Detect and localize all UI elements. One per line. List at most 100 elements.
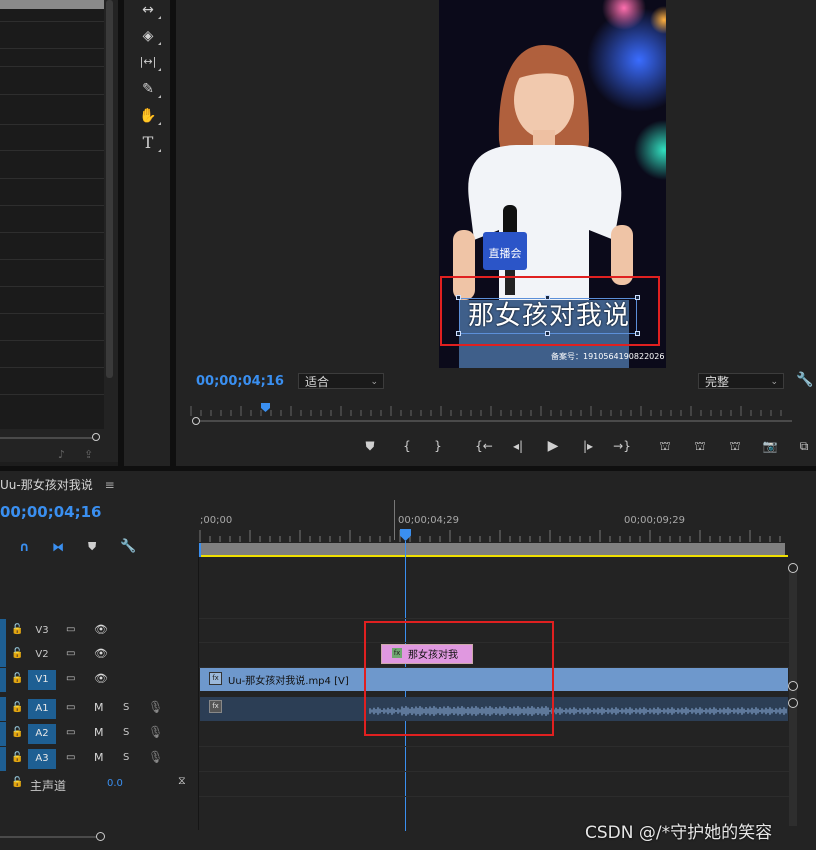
button-editor-button[interactable]: ⧉ xyxy=(794,436,814,456)
linked-selection-icon[interactable]: ⧓ xyxy=(52,540,64,554)
timeline-settings-icon[interactable]: 🔧 xyxy=(120,539,136,554)
hand-tool[interactable]: ✋ xyxy=(137,106,161,126)
mark-out-button[interactable]: } xyxy=(428,436,448,456)
work-area-start[interactable] xyxy=(199,543,201,557)
overwrite-button[interactable]: ⛫ xyxy=(690,436,710,456)
master-end-icon[interactable]: ⧖ xyxy=(178,774,186,788)
go-to-out-button[interactable]: →} xyxy=(612,436,632,456)
sequence-tab[interactable]: Uu-那女孩对我说 ≡ xyxy=(0,476,115,493)
track-v3[interactable]: 🔓 V3 ▭ 👁 xyxy=(0,619,199,643)
track-label[interactable]: A1 xyxy=(28,699,56,719)
mute-button[interactable]: M xyxy=(94,751,104,764)
chevron-down-icon: ⌄ xyxy=(770,377,778,387)
step-forward-button[interactable]: |▸ xyxy=(578,436,598,456)
track-target-indicator[interactable] xyxy=(0,747,6,771)
track-master[interactable]: 🔓 主声道 0.0 ⧖ xyxy=(0,772,199,796)
pen-tool[interactable]: ✎ xyxy=(137,79,161,99)
export-icon[interactable]: ⇪ xyxy=(84,448,93,461)
go-to-in-button[interactable]: {← xyxy=(474,436,494,456)
microphone-icon[interactable]: 🎙 xyxy=(148,750,163,764)
track-v1[interactable]: 🔓 V1 ▭ 👁 xyxy=(0,668,199,692)
add-marker-icon[interactable]: ⛊ xyxy=(88,540,96,554)
track-label[interactable]: V1 xyxy=(28,670,56,690)
program-zoom-bar[interactable] xyxy=(196,420,792,422)
track-target-indicator[interactable] xyxy=(0,619,6,643)
step-back-button[interactable]: ◂| xyxy=(508,436,528,456)
timeline-timecode[interactable]: 00;00;04;16 xyxy=(0,503,102,521)
timeline-vscroll-handle[interactable] xyxy=(788,698,798,708)
sync-lock-icon[interactable]: ▭ xyxy=(66,702,75,713)
track-v2[interactable]: 🔓 V2 ▭ 👁 xyxy=(0,643,199,667)
project-list[interactable] xyxy=(0,9,104,429)
sync-lock-icon[interactable]: ▭ xyxy=(66,673,75,684)
lock-icon[interactable]: 🔓 xyxy=(11,673,23,684)
snap-icon[interactable]: ∩ xyxy=(19,540,30,555)
sync-lock-icon[interactable]: ▭ xyxy=(66,752,75,763)
program-mini-ruler[interactable] xyxy=(189,404,789,416)
slip-tool[interactable]: |↔| xyxy=(137,52,161,72)
master-volume[interactable]: 0.0 xyxy=(107,778,123,789)
solo-button[interactable]: S xyxy=(123,752,129,763)
timeline-cursor-line xyxy=(394,500,395,540)
track-target-indicator[interactable] xyxy=(0,643,6,667)
solo-button[interactable]: S xyxy=(123,727,129,738)
music-note-icon[interactable]: ♪ xyxy=(58,448,65,461)
mini-ruler-ticks xyxy=(190,406,782,416)
timeline-vscroll-track[interactable] xyxy=(789,566,797,826)
program-timecode[interactable]: 00;00;04;16 xyxy=(196,374,284,389)
lift-button[interactable]: ⛫ xyxy=(725,436,745,456)
quality-dropdown[interactable]: 完整 ⌄ xyxy=(698,373,784,389)
ruler-label: 00;00;04;29 xyxy=(398,515,460,526)
track-target-indicator[interactable] xyxy=(0,668,6,692)
mute-button[interactable]: M xyxy=(94,701,104,714)
clip-highlight-box xyxy=(364,621,554,736)
track-target-indicator[interactable] xyxy=(0,722,6,746)
timeline-hscroll-handle[interactable] xyxy=(96,832,105,841)
project-zoom-slider[interactable] xyxy=(0,437,92,439)
lock-icon[interactable]: 🔓 xyxy=(11,624,23,635)
track-label[interactable]: A2 xyxy=(28,724,56,744)
lock-icon[interactable]: 🔓 xyxy=(11,702,23,713)
lock-icon[interactable]: 🔓 xyxy=(11,752,23,763)
track-a1[interactable]: 🔓 A1 ▭ M S 🎙 xyxy=(0,697,199,721)
eye-icon[interactable]: 👁 xyxy=(94,647,108,660)
project-scrollbar[interactable] xyxy=(106,0,113,378)
mark-in-button[interactable]: { xyxy=(397,436,417,456)
timeline-ruler[interactable] xyxy=(199,528,789,542)
add-marker-button[interactable]: ⛊ xyxy=(360,436,380,456)
export-frame-button[interactable]: 📷 xyxy=(760,436,780,456)
wrench-icon[interactable]: 🔧 xyxy=(796,372,813,388)
play-button[interactable]: ▶ xyxy=(543,436,563,456)
eye-icon[interactable]: 👁 xyxy=(94,623,108,636)
microphone-icon[interactable]: 🎙 xyxy=(148,700,163,714)
zoom-dropdown[interactable]: 适合 ⌄ xyxy=(298,373,384,389)
lock-icon[interactable]: 🔓 xyxy=(11,648,23,659)
solo-button[interactable]: S xyxy=(123,702,129,713)
master-label: 主声道 xyxy=(30,779,67,793)
lock-icon[interactable]: 🔓 xyxy=(11,777,23,788)
track-label[interactable]: V2 xyxy=(28,645,56,665)
rate-stretch-tool[interactable]: ↔ xyxy=(137,0,161,20)
project-zoom-handle[interactable] xyxy=(92,433,100,441)
razor-tool[interactable]: ◈ xyxy=(137,26,161,46)
mute-button[interactable]: M xyxy=(94,726,104,739)
lock-icon[interactable]: 🔓 xyxy=(11,727,23,738)
program-zoom-handle[interactable] xyxy=(192,417,200,425)
timeline-vscroll-handle[interactable] xyxy=(788,681,798,691)
track-a3[interactable]: 🔓 A3 ▭ M S 🎙 xyxy=(0,747,199,771)
eye-icon[interactable]: 👁 xyxy=(94,672,108,685)
menu-icon[interactable]: ≡ xyxy=(105,478,115,492)
microphone-icon[interactable]: 🎙 xyxy=(148,725,163,739)
sync-lock-icon[interactable]: ▭ xyxy=(66,624,75,635)
timeline-hscroll[interactable] xyxy=(0,836,100,838)
track-label[interactable]: A3 xyxy=(28,749,56,769)
track-target-indicator[interactable] xyxy=(0,697,6,721)
sync-lock-icon[interactable]: ▭ xyxy=(66,727,75,738)
timeline-vscroll-top[interactable] xyxy=(788,563,798,573)
type-tool[interactable]: T xyxy=(137,133,161,153)
track-label[interactable]: V3 xyxy=(28,621,56,641)
track-a2[interactable]: 🔓 A2 ▭ M S 🎙 xyxy=(0,722,199,746)
insert-button[interactable]: ⛫ xyxy=(655,436,675,456)
work-area-bar[interactable] xyxy=(199,543,785,555)
sync-lock-icon[interactable]: ▭ xyxy=(66,648,75,659)
